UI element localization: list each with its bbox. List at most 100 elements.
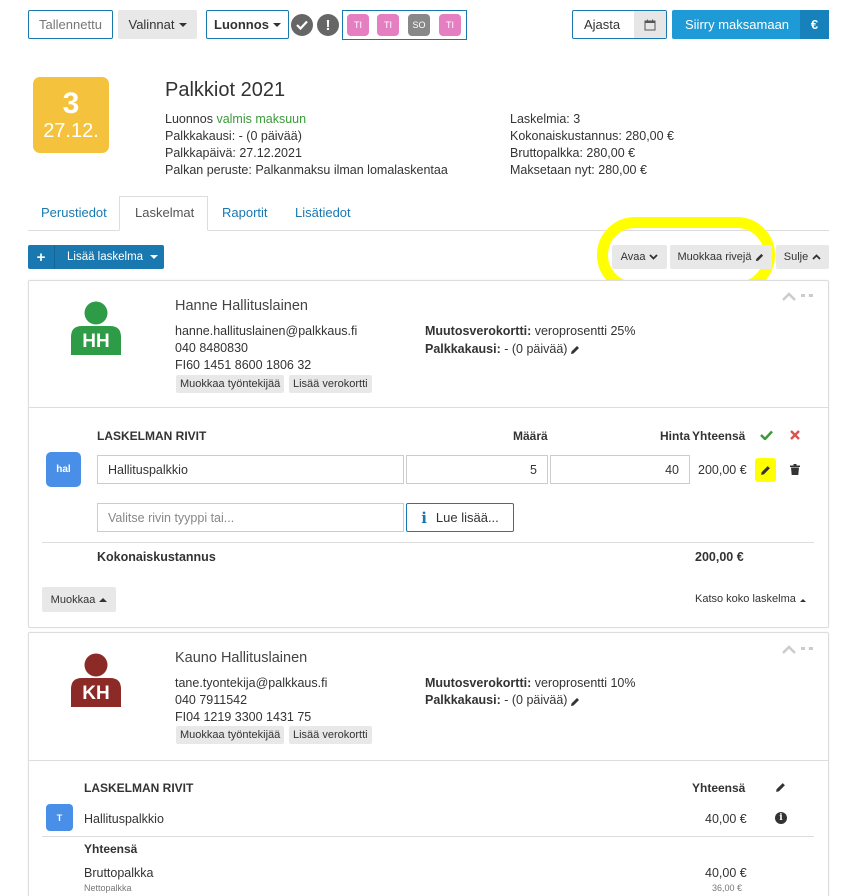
- chip-ti[interactable]: TI: [439, 14, 461, 36]
- employee-name: Hanne Hallituslainen: [175, 298, 308, 314]
- euro-icon: €: [800, 10, 829, 39]
- chevron-down-icon: [649, 254, 659, 260]
- tab-raportit[interactable]: Raportit: [222, 205, 268, 220]
- confirm-icon[interactable]: [760, 430, 773, 440]
- edit-calc-button[interactable]: Muokkaa: [42, 587, 116, 612]
- employee-iban: FI60 1451 8600 1806 32: [175, 358, 312, 372]
- panel-collapse-icon[interactable]: [782, 645, 796, 654]
- row-type-badge: T: [46, 804, 73, 831]
- saved-button[interactable]: Tallennettu: [28, 10, 113, 39]
- add-tax-card-button[interactable]: Lisää verokortti: [289, 726, 372, 744]
- edit-calc-label: Muokkaa: [50, 593, 96, 606]
- row-price-input[interactable]: 40: [550, 455, 690, 484]
- open-button[interactable]: Avaa: [612, 245, 667, 269]
- avatar: HH: [71, 301, 121, 355]
- read-more-button[interactable]: i Lue lisää...: [406, 503, 514, 532]
- row-qty-input[interactable]: 5: [406, 455, 548, 484]
- add-tax-card-button[interactable]: Lisää verokortti: [289, 375, 372, 393]
- employee-name: Kauno Hallituslainen: [175, 650, 308, 666]
- row-total: 40,00 €: [705, 812, 747, 826]
- row-type-placeholder: Valitse rivin tyyppi tai...: [108, 510, 235, 525]
- edit-employee-button[interactable]: Muokkaa työntekijää: [176, 375, 285, 393]
- tab-lisatiedot[interactable]: Lisätiedot: [295, 205, 351, 220]
- employee-card-2: [28, 632, 829, 896]
- edit-rows-label: Muokkaa rivejä: [677, 251, 752, 263]
- pencil-icon[interactable]: [570, 697, 580, 707]
- panel-menu-icon[interactable]: [801, 647, 813, 650]
- pencil-icon: [756, 253, 764, 261]
- row-name-input[interactable]: Hallituspalkkio: [97, 455, 404, 484]
- schedule-button[interactable]: Ajasta: [572, 10, 667, 39]
- add-calc-button[interactable]: + Lisää laskelma: [28, 245, 164, 269]
- panel-menu-icon[interactable]: [801, 294, 813, 297]
- edit-rows-button[interactable]: Muokkaa rivejä: [670, 245, 772, 269]
- employee-phone: 040 8480830: [175, 341, 248, 355]
- tax-card-line: Muutosverokortti: veroprosentti 10%: [425, 676, 636, 690]
- open-label: Avaa: [620, 251, 646, 263]
- rows-header: LASKELMAN RIVIT: [97, 429, 207, 443]
- tab-laskelmat[interactable]: Laskelmat: [135, 205, 194, 220]
- total-header: Yhteensä: [692, 429, 746, 443]
- divider: [29, 760, 828, 761]
- header-total-cost: Kokonaiskustannus: 280,00 €: [510, 129, 675, 143]
- header-basis: Palkan peruste: Palkanmaksu ilman lomala…: [165, 163, 448, 177]
- close-button[interactable]: Sulje: [776, 245, 829, 269]
- draft-dropdown[interactable]: Luonnos: [206, 10, 289, 39]
- avatar-initials: KH: [82, 683, 110, 704]
- check-icon[interactable]: [291, 14, 313, 36]
- pay-button[interactable]: Siirry maksamaan €: [672, 10, 829, 39]
- row-total: 200,00 €: [698, 463, 747, 477]
- calendar-icon: [634, 11, 666, 38]
- info-icon: i: [421, 508, 427, 527]
- pencil-icon: [761, 465, 770, 475]
- pencil-icon[interactable]: [775, 782, 786, 793]
- chevron-up-icon: [812, 254, 821, 260]
- warning-icon[interactable]: !: [317, 14, 339, 36]
- chip-ti[interactable]: TI: [347, 14, 369, 36]
- total-cost-value: 200,00 €: [695, 550, 744, 564]
- period-label: Palkkakausi:: [425, 342, 501, 356]
- price-header: Hinta: [660, 429, 690, 443]
- pencil-icon[interactable]: [570, 345, 580, 355]
- tax-card-label: Muutosverokortti:: [425, 324, 532, 338]
- header-calc-count: Laskelmia: 3: [510, 112, 581, 126]
- avatar-initials: HH: [82, 331, 110, 352]
- status-ready: valmis maksuun: [216, 112, 307, 126]
- add-calc-label: Lisää laskelma: [67, 251, 144, 263]
- edit-employee-button[interactable]: Muokkaa työntekijää: [176, 726, 285, 744]
- edit-row-highlight[interactable]: [755, 458, 776, 482]
- total-cost-label: Kokonaiskustannus: [97, 550, 216, 564]
- tab-underline: [28, 230, 119, 231]
- divider: [29, 407, 828, 408]
- view-full-calc-link[interactable]: Katso koko laskelma: [695, 593, 806, 605]
- page-title: Palkkiot 2021: [165, 79, 286, 101]
- header-payday: Palkkapäivä: 27.12.2021: [165, 146, 302, 160]
- chip-ti[interactable]: TI: [377, 14, 399, 36]
- plus-icon: +: [28, 245, 55, 269]
- cancel-icon[interactable]: [790, 430, 800, 440]
- tax-card-value: veroprosentti 25%: [534, 324, 636, 338]
- trash-icon[interactable]: [790, 464, 800, 475]
- chevron-down-icon: [150, 255, 159, 259]
- date-badge-date: 27.12.: [43, 120, 99, 142]
- gross-value: 40,00 €: [705, 866, 747, 880]
- read-more-label: Lue lisää...: [435, 510, 499, 525]
- tab-perustiedot[interactable]: Perustiedot: [41, 205, 107, 220]
- header-pay-now: Maksetaan nyt: 280,00 €: [510, 163, 647, 177]
- options-dropdown[interactable]: Valinnat: [118, 10, 197, 39]
- chip-so[interactable]: SO: [408, 14, 430, 36]
- tax-card-value: veroprosentti 10%: [534, 676, 636, 690]
- period-value: - (0 päivää): [504, 693, 568, 707]
- gross-label: Bruttopalkka: [84, 866, 154, 880]
- chevron-up-icon: [99, 597, 108, 602]
- tax-card-label: Muutosverokortti:: [425, 676, 532, 690]
- employee-phone: 040 7911542: [175, 693, 248, 707]
- panel-collapse-icon[interactable]: [782, 292, 796, 301]
- date-badge: 3 27.12.: [33, 77, 109, 153]
- row-type-input[interactable]: Valitse rivin tyyppi tai...: [97, 503, 404, 532]
- date-badge-number: 3: [62, 87, 80, 120]
- period-line: Palkkakausi: - (0 päivää): [425, 342, 567, 356]
- info-icon[interactable]: i: [775, 812, 787, 824]
- pay-label: Siirry maksamaan: [685, 17, 790, 32]
- draft-label: Luonnos: [214, 17, 269, 32]
